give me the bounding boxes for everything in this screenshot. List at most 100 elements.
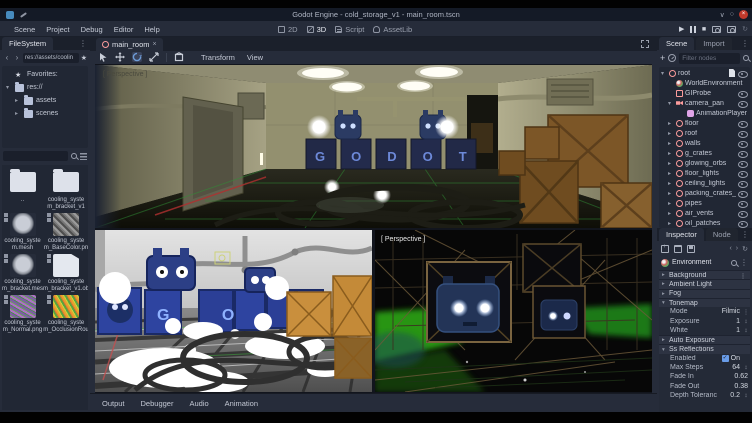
fs-tree-item[interactable]: assets (2, 94, 88, 107)
scene-tree-node[interactable]: oil_patches (659, 218, 750, 228)
mode-button[interactable]: AssetLib (373, 25, 412, 34)
expand-arrow-icon[interactable] (668, 150, 674, 157)
move-tool-icon[interactable] (115, 52, 125, 62)
pause-button[interactable] (690, 26, 696, 33)
visibility-eye-icon[interactable] (738, 129, 747, 138)
expand-arrow-icon[interactable] (668, 190, 674, 197)
inspector-tools-icon[interactable]: ⋮ (740, 258, 748, 267)
inspector-row[interactable]: Tonemap (659, 298, 750, 307)
viewport-menu-item[interactable]: Transform (201, 53, 235, 62)
scene-tree-node[interactable]: GIProbe (659, 88, 750, 98)
file-item[interactable]: cooling_syste m_Normal.png (2, 295, 43, 334)
bottom-panel-tab[interactable]: Debugger (141, 399, 174, 408)
expand-arrow-icon[interactable] (668, 170, 674, 177)
section-arrow-icon[interactable] (662, 300, 667, 306)
scene-tree-node[interactable]: ceiling_lights (659, 178, 750, 188)
inspector-row[interactable]: Fog (659, 289, 750, 298)
close-window-button[interactable]: × (739, 10, 748, 19)
viewport-label-top[interactable]: [ Perspective ] (103, 71, 147, 78)
expand-arrow-icon[interactable] (668, 220, 674, 227)
fs-tree-item[interactable]: scenes (2, 107, 88, 120)
menu-item[interactable]: Scene (14, 25, 35, 34)
dock-menu-icon[interactable]: ⋮ (79, 39, 87, 48)
tab-filesystem[interactable]: FileSystem (2, 37, 53, 50)
inspector-row[interactable]: Max Steps 64 (659, 363, 750, 372)
section-arrow-icon[interactable] (662, 291, 667, 297)
inspector-row[interactable]: Ambient Light (659, 279, 750, 288)
play-custom-scene-button[interactable] (727, 26, 736, 33)
visibility-eye-icon[interactable] (738, 99, 747, 108)
visibility-eye-icon[interactable] (738, 69, 747, 78)
scene-tree-node[interactable]: floor (659, 118, 750, 128)
inspector-row[interactable]: Exposure 1 (659, 316, 750, 325)
bottom-panel-tab[interactable]: Output (102, 399, 125, 408)
history-forward-button[interactable]: › (13, 53, 21, 62)
inspector-row[interactable]: Fade In 0.62 (659, 372, 750, 381)
history-forward-icon[interactable]: › (736, 245, 738, 252)
play-button[interactable]: ▶ (679, 25, 684, 33)
inspector-row[interactable]: Ss Reflections (659, 344, 750, 353)
inspector-row[interactable]: Auto Exposure (659, 335, 750, 344)
select-tool-icon[interactable] (98, 52, 108, 62)
visibility-eye-icon[interactable] (738, 119, 747, 128)
checkbox-checked-icon[interactable]: ✓ (722, 355, 729, 362)
expand-arrow-icon[interactable] (668, 180, 674, 187)
file-item[interactable]: cooling_syste m.mesh (2, 213, 43, 252)
menu-item[interactable]: Debug (81, 25, 103, 34)
history-back-button[interactable]: ‹ (3, 53, 11, 62)
scene-tab-main-room[interactable]: main_room × (96, 38, 163, 51)
inspector-row[interactable]: Fade Out 0.38 (659, 382, 750, 391)
viewport-bottom-right[interactable]: [ Perspective ] (375, 230, 652, 392)
mode-button[interactable]: Script (335, 25, 364, 34)
tab-import[interactable]: Import (696, 37, 731, 50)
visibility-eye-icon[interactable] (738, 169, 747, 178)
minimize-button[interactable]: ∨ (720, 11, 725, 19)
value-control-icon[interactable] (742, 364, 750, 371)
distraction-free-mode-icon[interactable] (641, 40, 649, 48)
script-badge-icon[interactable] (729, 69, 735, 77)
visibility-eye-icon[interactable] (738, 219, 747, 228)
visibility-eye-icon[interactable] (738, 149, 747, 158)
filter-nodes-input[interactable] (679, 53, 740, 64)
inspector-row[interactable]: Background (659, 270, 750, 279)
expand-arrow-icon[interactable] (6, 84, 12, 91)
tab-scene[interactable]: Scene (659, 37, 694, 50)
file-item[interactable]: cooling_syste m_BaseColor.pn (43, 213, 88, 252)
scene-tree-node[interactable]: pipes (659, 198, 750, 208)
play-scene-button[interactable] (712, 26, 721, 33)
file-item[interactable]: cooling_syste m_bracket_v1.ob (43, 254, 88, 293)
file-item[interactable]: cooling_syste m_OcclusionRou (43, 295, 88, 334)
instance-scene-icon[interactable] (667, 52, 678, 63)
value-control-icon[interactable] (739, 272, 747, 280)
local-space-toggle-icon[interactable] (174, 52, 184, 62)
close-tab-icon[interactable]: × (153, 41, 157, 48)
visibility-eye-icon[interactable] (738, 209, 747, 218)
scene-tree-node[interactable]: roof (659, 128, 750, 138)
visibility-eye-icon[interactable] (738, 199, 747, 208)
scene-tree-node[interactable]: camera_pan (659, 98, 750, 108)
scene-tree-node[interactable]: walls (659, 138, 750, 148)
expand-arrow-icon[interactable] (668, 130, 674, 137)
menu-item[interactable]: Project (46, 25, 69, 34)
section-arrow-icon[interactable] (662, 272, 667, 278)
stop-button[interactable]: ■ (702, 26, 706, 33)
section-arrow-icon[interactable] (662, 347, 667, 353)
inspector-row[interactable]: Enabled ✓ On (659, 354, 750, 363)
visibility-eye-icon[interactable] (738, 189, 747, 198)
fs-tree-item[interactable]: res:// (2, 81, 88, 94)
expand-arrow-icon[interactable] (668, 120, 674, 127)
file-item[interactable]: .. (2, 169, 43, 211)
scale-tool-icon[interactable] (149, 52, 159, 62)
scene-tree-node[interactable]: packing_crates_and_ (659, 188, 750, 198)
new-resource-icon[interactable] (661, 245, 669, 253)
rotate-tool-icon[interactable] (132, 52, 142, 62)
history-back-icon[interactable]: ‹ (729, 245, 731, 252)
scene-tree-node[interactable]: floor_lights (659, 168, 750, 178)
viewport-label-bottom-right[interactable]: [ Perspective ] (381, 236, 425, 243)
inspector-row[interactable]: Depth Toleranc 0.2 (659, 391, 750, 400)
expand-arrow-icon[interactable] (668, 210, 674, 217)
expand-arrow-icon[interactable] (668, 160, 674, 167)
menu-item[interactable]: Help (144, 25, 159, 34)
scene-tree-node[interactable]: g_crates (659, 148, 750, 158)
tab-inspector[interactable]: Inspector (659, 228, 704, 241)
